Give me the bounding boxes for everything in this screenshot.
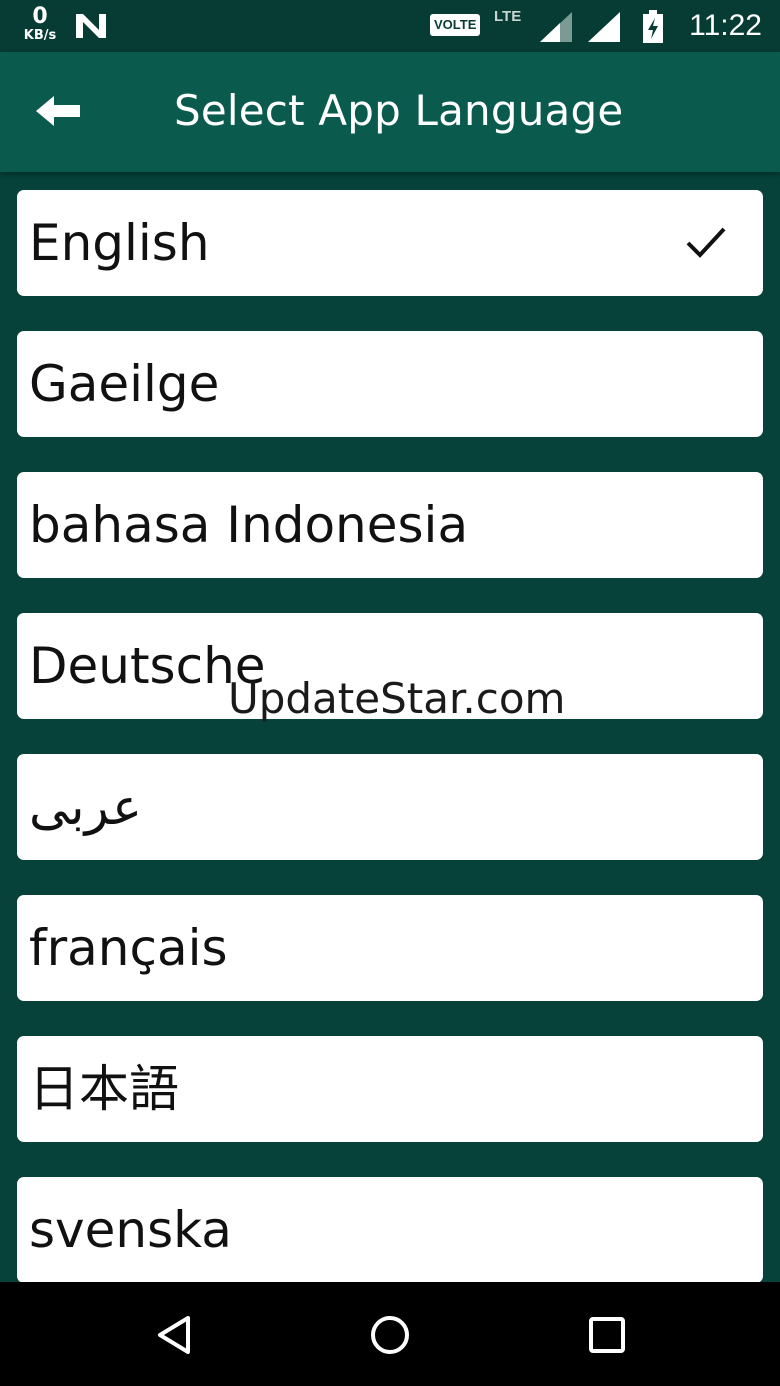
back-arrow-icon[interactable] <box>34 94 82 128</box>
page-title: Select App Language <box>174 86 624 135</box>
language-item-gaeilge[interactable]: Gaeilge <box>17 331 763 437</box>
network-speed-value: 0 <box>32 4 48 29</box>
language-item-svenska[interactable]: svenska <box>17 1177 763 1283</box>
language-item-japanese[interactable]: 日本語 <box>17 1036 763 1142</box>
n-notification-icon <box>76 14 106 38</box>
language-label: English <box>29 214 210 272</box>
status-bar: 0 KB/s VOLTE LTE 11:22 <box>0 0 780 52</box>
clock: 11:22 <box>689 9 762 42</box>
language-label: français <box>29 919 228 977</box>
language-item-bahasa-indonesia[interactable]: bahasa Indonesia <box>17 472 763 578</box>
recents-square-icon[interactable] <box>587 1314 627 1356</box>
signal-icon-1 <box>540 12 572 42</box>
network-speed-unit: KB/s <box>23 28 57 43</box>
language-label: Gaeilge <box>29 355 220 413</box>
navigation-bar <box>0 1282 780 1386</box>
language-list: English Gaeilge bahasa Indonesia Deutsch… <box>17 190 763 1318</box>
language-label: bahasa Indonesia <box>29 496 469 554</box>
language-item-arabic[interactable]: عربى <box>17 754 763 860</box>
back-triangle-icon[interactable] <box>154 1314 194 1356</box>
language-item-english[interactable]: English <box>17 190 763 296</box>
home-circle-icon[interactable] <box>369 1314 411 1356</box>
lte-icon: LTE <box>494 8 522 25</box>
language-item-francais[interactable]: français <box>17 895 763 1001</box>
language-label: عربى <box>29 778 143 836</box>
watermark: UpdateStar.com <box>228 674 566 723</box>
battery-charging-icon <box>643 10 663 43</box>
network-speed: 0 KB/s <box>20 4 60 43</box>
volte-badge: VOLTE <box>430 14 481 36</box>
language-label: svenska <box>29 1201 232 1259</box>
app-bar: Select App Language <box>0 52 780 172</box>
language-label: 日本語 <box>29 1060 179 1118</box>
check-icon <box>686 227 726 258</box>
signal-icon-2 <box>588 12 620 42</box>
